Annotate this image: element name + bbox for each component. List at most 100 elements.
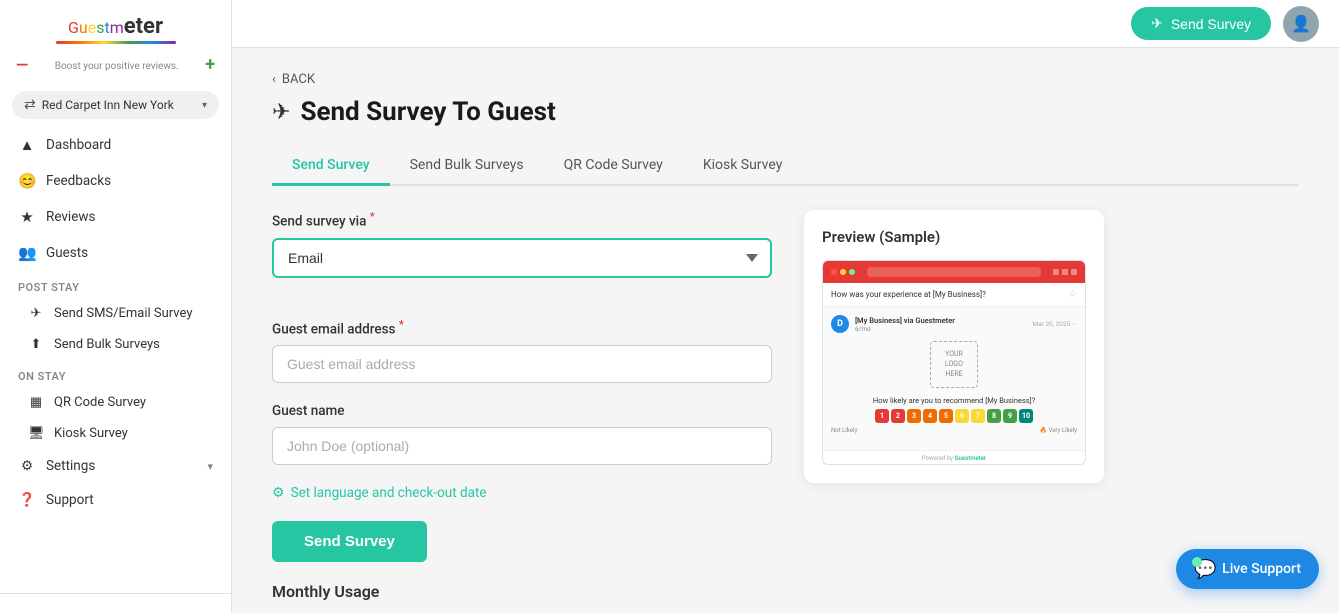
tagline: Boost your positive reviews. [55, 61, 179, 72]
dot-green [849, 269, 855, 275]
name-label: Guest name [272, 403, 772, 419]
topbar-send-survey-label: Send Survey [1171, 16, 1251, 32]
sidebar-item-label: Feedbacks [46, 173, 111, 189]
location-icon: ⇄ [24, 97, 36, 113]
dot-red [831, 269, 837, 275]
settings-icon: ⚙ [18, 458, 36, 474]
scrollbar[interactable] [0, 593, 231, 613]
sidebar-item-guests[interactable]: 👥 Guests [0, 235, 231, 271]
send-icon: ✈ [1151, 15, 1163, 32]
on-stay-section: On Stay [0, 360, 231, 387]
send-survey-submit-label: Send Survey [304, 533, 395, 550]
rating-num-1: 1 [875, 409, 889, 423]
preview-logo-box: YOUR LOGO HERE [831, 341, 1077, 388]
sidebar-item-label: Send Bulk Surveys [54, 337, 160, 352]
rating-label-right: 🔥 Very Likely [1040, 427, 1077, 434]
preview-sender-name: [My Business] via Guestmeter [855, 316, 1026, 325]
browser-icon [1062, 269, 1068, 275]
plus-icon[interactable]: + [205, 54, 215, 75]
sidebar-item-feedbacks[interactable]: 😊 Feedbacks [0, 163, 231, 199]
chevron-down-icon: ▾ [202, 100, 207, 111]
via-label: Send survey via * [272, 210, 772, 230]
send-survey-form: Send survey via * Email SMS WhatsApp Gue… [272, 210, 772, 562]
via-select[interactable]: Email SMS WhatsApp [272, 238, 772, 278]
email-field[interactable] [272, 345, 772, 383]
sidebar-item-label: Kiosk Survey [54, 426, 128, 441]
browser-icons [1053, 269, 1077, 275]
location-selector[interactable]: ⇄ Red Carpet Inn New York ▾ [12, 91, 219, 119]
topbar: ✈ Send Survey 👤 [232, 0, 1339, 48]
browser-dots [831, 269, 855, 275]
preview-email-mock: How was your experience at [My Business]… [822, 260, 1086, 465]
live-support-label: Live Support [1222, 561, 1301, 577]
tab-send-survey[interactable]: Send Survey [272, 147, 390, 186]
sidebar-item-label: Dashboard [46, 137, 111, 153]
preview-footer-text: Powered by Guestmeter [922, 455, 986, 462]
star-icon: ☆ [1068, 289, 1077, 300]
sidebar-item-settings[interactable]: ⚙ Settings ▾ [0, 449, 231, 483]
tab-kiosk-survey[interactable]: Kiosk Survey [683, 147, 803, 186]
preview-subject-text: How was your experience at [My Business]… [831, 290, 986, 299]
sidebar-item-label: QR Code Survey [54, 395, 146, 410]
sidebar-item-kiosk[interactable]: 🖥 Kiosk Survey [0, 418, 231, 449]
live-support-button[interactable]: 💬 Live Support [1176, 549, 1319, 589]
guests-icon: 👥 [18, 244, 36, 262]
monthly-usage-title: Monthly Usage [272, 582, 1299, 601]
sidebar-item-label: Send SMS/Email Survey [54, 306, 193, 321]
preview-sender-info: [My Business] via Guestmeter 6/mo [855, 316, 1026, 333]
sidebar-item-label: Support [46, 492, 94, 508]
rating-num-3: 3 [907, 409, 921, 423]
minus-icon[interactable]: — [16, 55, 28, 74]
rating-num-2: 2 [891, 409, 905, 423]
tab-qr-code-survey[interactable]: QR Code Survey [544, 147, 683, 186]
avatar-icon: 👤 [1291, 14, 1311, 33]
sidebar-item-send-sms-email[interactable]: ✈ Send SMS/Email Survey [0, 298, 231, 329]
logo-text: Guestmeter [68, 14, 163, 39]
page-title: Send Survey To Guest [300, 97, 555, 127]
sidebar-item-label: Settings [46, 458, 95, 474]
back-button[interactable]: ‹ BACK [272, 72, 1299, 87]
qr-code-icon: ▦ [28, 395, 44, 410]
user-avatar[interactable]: 👤 [1283, 6, 1319, 42]
tab-send-bulk-surveys[interactable]: Send Bulk Surveys [390, 147, 544, 186]
preview-sender-row: D [My Business] via Guestmeter 6/mo Mar … [831, 315, 1077, 333]
preview-footer: Powered by Guestmeter [823, 450, 1085, 464]
preview-sender-email: 6/mo [855, 325, 1026, 333]
tabs-bar: Send Survey Send Bulk Surveys QR Code Su… [272, 147, 1299, 186]
email-label: Guest email address * [272, 318, 772, 338]
preview-title: Preview (Sample) [822, 228, 1086, 246]
gear-icon: ⚙ [272, 485, 285, 501]
dot-yellow [840, 269, 846, 275]
name-field[interactable] [272, 427, 772, 465]
rating-num-5: 5 [939, 409, 953, 423]
rating-num-10: 10 [1019, 409, 1033, 423]
sidebar-item-send-bulk[interactable]: ⬆ Send Bulk Surveys [0, 329, 231, 360]
logo-bar [56, 41, 176, 44]
form-preview-row: Send survey via * Email SMS WhatsApp Gue… [272, 210, 1299, 562]
preview-email-body: D [My Business] via Guestmeter 6/mo Mar … [823, 307, 1085, 450]
set-language-button[interactable]: ⚙ Set language and check-out date [272, 485, 772, 501]
preview-rating-labels: Not Likely 🔥 Very Likely [831, 427, 1077, 434]
sidebar-item-reviews[interactable]: ★ Reviews [0, 199, 231, 235]
name-group: Guest name [272, 403, 772, 465]
preview-panel: Preview (Sample) [804, 210, 1104, 483]
rating-num-9: 9 [1003, 409, 1017, 423]
chevron-left-icon: ‹ [272, 72, 276, 87]
browser-icon [1071, 269, 1077, 275]
sender-avatar: D [831, 315, 849, 333]
send-survey-submit-button[interactable]: Send Survey [272, 521, 427, 562]
set-language-label: Set language and check-out date [291, 485, 487, 501]
sidebar-item-dashboard[interactable]: ▲ Dashboard [0, 127, 231, 163]
rating-label-left: Not Likely [831, 427, 857, 434]
rating-num-7: 7 [971, 409, 985, 423]
via-group: Send survey via * Email SMS WhatsApp [272, 210, 772, 298]
kiosk-icon: 🖥 [28, 426, 44, 441]
topbar-send-survey-button[interactable]: ✈ Send Survey [1131, 7, 1271, 40]
brand-logo: Guestmeter [0, 0, 231, 50]
preview-subject: How was your experience at [My Business]… [823, 283, 1085, 307]
logo-controls: — Boost your positive reviews. + [0, 50, 231, 83]
back-label: BACK [282, 72, 315, 87]
main-area: ✈ Send Survey 👤 ‹ BACK ✈ Send Survey To … [232, 0, 1339, 613]
sidebar-item-support[interactable]: ❓ Support [0, 483, 231, 517]
sidebar-item-qr-code[interactable]: ▦ QR Code Survey [0, 387, 231, 418]
